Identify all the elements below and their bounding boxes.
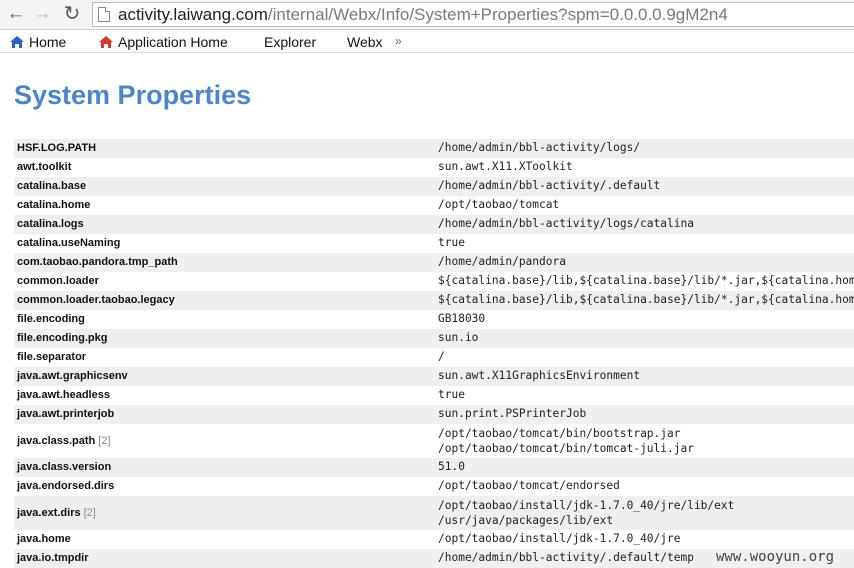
- property-value: /opt/taobao/tomcat/endorsed: [438, 479, 620, 492]
- bookmarks-more-chevron-icon[interactable]: »: [395, 34, 402, 48]
- property-key: file.encoding.pkg: [17, 332, 108, 344]
- bookmark-webx[interactable]: Webx: [347, 34, 383, 51]
- property-value: /opt/taobao/tomcat/bin/bootstrap.jar/opt…: [438, 427, 694, 455]
- property-value: /home/admin/pandora: [438, 255, 566, 268]
- property-row: catalina.home/opt/taobao/tomcat: [14, 196, 854, 215]
- property-row: file.encoding.pkg sun.io: [14, 329, 854, 348]
- properties-table: HSF.LOG.PATH/home/admin/bbl-activity/log…: [14, 139, 854, 568]
- page-title: System Properties: [14, 80, 252, 110]
- property-row: java.class.version 51.0: [14, 458, 854, 477]
- property-key: java.awt.headless: [17, 389, 110, 401]
- property-key: awt.toolkit: [17, 161, 72, 173]
- property-value: true: [438, 388, 465, 401]
- property-value: /home/admin/bbl-activity/logs/catalina: [438, 217, 694, 230]
- reload-icon[interactable]: ↻: [60, 3, 84, 25]
- property-key: java.ext.dirs [2]: [17, 507, 96, 519]
- property-value: /opt/taobao/install/jdk-1.7.0_40/jre/lib…: [438, 499, 735, 527]
- property-value: GB18030: [438, 312, 486, 325]
- back-arrow-icon[interactable]: ←: [4, 3, 28, 25]
- property-row: java.endorsed.dirs/opt/taobao/tomcat/end…: [14, 477, 854, 496]
- property-key: java.home: [17, 533, 71, 545]
- property-row: catalina.base/home/admin/bbl-activity/.d…: [14, 177, 854, 196]
- bookmark-explorer[interactable]: Explorer: [264, 34, 316, 51]
- property-row: java.awt.headless true: [14, 386, 854, 405]
- property-row: com.taobao.pandora.tmp_path/home/admin/p…: [14, 253, 854, 272]
- property-key: catalina.useNaming: [17, 237, 121, 249]
- property-key: com.taobao.pandora.tmp_path: [17, 256, 178, 268]
- bookmark-home-label: Home: [29, 34, 67, 50]
- property-row: HSF.LOG.PATH/home/admin/bbl-activity/log…: [14, 139, 854, 158]
- url-path: /internal/Webx/Info/System+Properties?sp…: [267, 5, 728, 24]
- property-value-count: [2]: [98, 435, 111, 447]
- property-row: catalina.useNaming true: [14, 234, 854, 253]
- property-key: java.awt.graphicsenv: [17, 370, 128, 382]
- property-key: java.class.version: [17, 461, 112, 473]
- bookmark-home[interactable]: Home: [9, 34, 66, 51]
- property-key: HSF.LOG.PATH: [17, 142, 97, 154]
- property-key: java.endorsed.dirs: [17, 480, 115, 492]
- property-key: java.class.path [2]: [17, 435, 111, 447]
- property-value: ${catalina.base}/lib,${catalina.base}/li…: [438, 274, 854, 287]
- property-row: java.awt.graphicsenv sun.awt.X11GraphicsE…: [14, 367, 854, 386]
- forward-arrow-icon[interactable]: →: [30, 3, 54, 25]
- property-key: catalina.logs: [17, 218, 84, 230]
- property-value: sun.awt.X11GraphicsEnvironment: [438, 369, 641, 382]
- property-value: /home/admin/bbl-activity/.default: [438, 179, 661, 192]
- property-row: common.loader.taobao.legacy ${catalina.ba…: [14, 291, 854, 310]
- bookmarks-bar: Home Application Home Explorer Webx »: [0, 31, 854, 53]
- url-text[interactable]: activity.laiwang.com/internal/Webx/Info/…: [118, 5, 728, 25]
- property-key: file.encoding: [17, 313, 85, 325]
- property-value: sun.io: [438, 331, 479, 344]
- property-key: common.loader.taobao.legacy: [17, 294, 175, 306]
- property-key: java.awt.printerjob: [17, 408, 115, 420]
- property-key: catalina.home: [17, 199, 91, 211]
- home-icon: [10, 36, 24, 48]
- url-host: activity.laiwang.com: [118, 5, 268, 24]
- property-row: awt.toolkit sun.awt.X11.XToolkit: [14, 158, 854, 177]
- property-key: java.io.tmpdir: [17, 552, 89, 564]
- property-row: catalina.logs/home/admin/bbl-activity/lo…: [14, 215, 854, 234]
- property-key: catalina.base: [17, 180, 87, 192]
- property-row: common.loader ${catalina.base}/lib,${cata…: [14, 272, 854, 291]
- property-value: /: [438, 350, 445, 363]
- property-value: ${catalina.base}/lib,${catalina.base}/li…: [438, 293, 854, 306]
- home-icon: [99, 36, 113, 48]
- property-value: /opt/taobao/tomcat: [438, 198, 560, 211]
- bookmark-application-home[interactable]: Application Home: [98, 34, 228, 51]
- property-row: java.home/opt/taobao/install/jdk-1.7.0_4…: [14, 530, 854, 549]
- property-value: 51.0: [438, 460, 465, 473]
- bookmark-application-home-label: Application Home: [118, 34, 228, 50]
- property-key: common.loader: [17, 275, 99, 287]
- page-icon: [98, 7, 110, 22]
- url-input[interactable]: activity.laiwang.com/internal/Webx/Info/…: [92, 2, 854, 27]
- property-value-count: [2]: [83, 507, 96, 519]
- property-value: sun.awt.X11.XToolkit: [438, 160, 573, 173]
- address-bar: ← → ↻ activity.laiwang.com/internal/Webx…: [0, 0, 854, 30]
- property-key: file.separator: [17, 351, 87, 363]
- watermark: www.wooyun.org: [716, 549, 835, 565]
- property-row: java.awt.printerjob sun.print.PSPrinterJo…: [14, 405, 854, 424]
- property-row: file.encoding GB18030: [14, 310, 854, 329]
- property-value: true: [438, 236, 465, 249]
- property-row: java.ext.dirs [2] /opt/taobao/install/jdk-…: [14, 496, 854, 530]
- property-row: java.class.path [2] /opt/taobao/tomcat/bin…: [14, 424, 854, 458]
- property-value: /opt/taobao/install/jdk-1.7.0_40/jre: [438, 532, 681, 545]
- property-value: sun.print.PSPrinterJob: [438, 407, 587, 420]
- property-value: /home/admin/bbl-activity/logs/: [438, 141, 641, 154]
- property-row: file.separator /: [14, 348, 854, 367]
